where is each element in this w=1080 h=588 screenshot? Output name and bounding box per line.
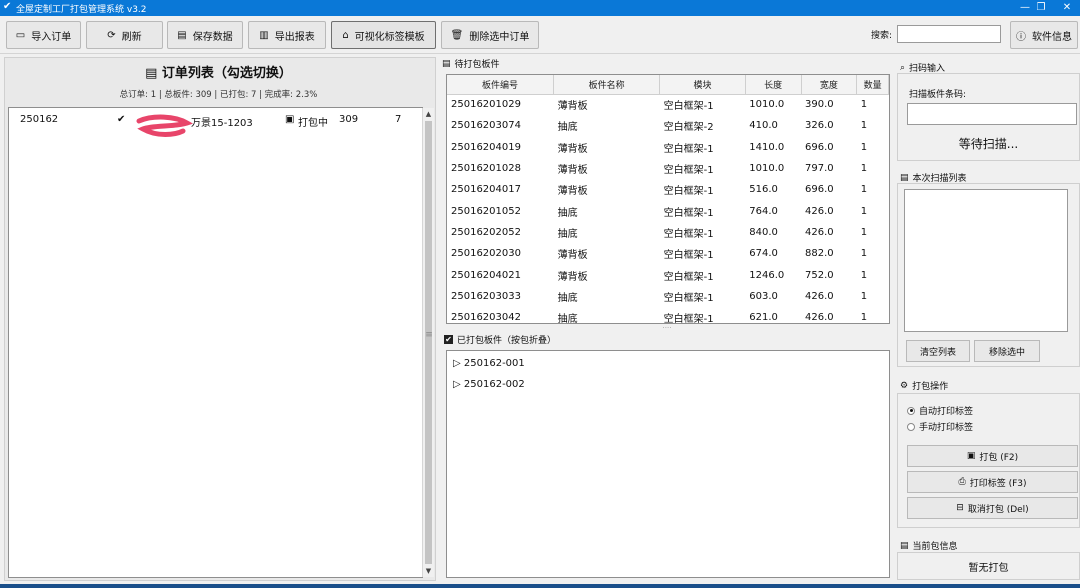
- cancel-pack-button[interactable]: ⊟ 取消打包 (Del): [907, 497, 1078, 519]
- window-title: 全屋定制工厂打包管理系统 v3.2: [16, 5, 147, 15]
- close-icon[interactable]: ✕: [1050, 0, 1080, 16]
- redaction-scribble: [136, 114, 193, 137]
- status-icon: ▣: [285, 114, 295, 125]
- import-orders-button[interactable]: ▭ 导入订单: [6, 21, 81, 49]
- table-row[interactable]: 25016201052 抽底 空白框架-1 764.0 426.0 1: [447, 200, 889, 221]
- splitter-handle[interactable]: ≡: [424, 330, 434, 350]
- chart-icon: ▥: [259, 29, 269, 41]
- table-row[interactable]: 25016202030 薄背板 空白框架-1 674.0 882.0 1: [447, 243, 889, 264]
- delete-order-button[interactable]: 🗑 删除选中订单: [441, 21, 539, 49]
- package-icon: ▣: [966, 451, 976, 461]
- refresh-button[interactable]: ⟳ 刷新: [86, 21, 163, 49]
- col-header[interactable]: 板件编号: [447, 75, 555, 95]
- scan-field-label: 扫描板件条码:: [909, 90, 967, 100]
- table-row[interactable]: 25016201028 薄背板 空白框架-1 1010.0 797.0 1: [447, 158, 889, 179]
- table-row[interactable]: 25016203074 抽底 空白框架-2 410.0 326.0 1: [447, 115, 889, 136]
- col-header[interactable]: 数量: [856, 75, 889, 95]
- expand-triangle-icon[interactable]: ▷: [453, 358, 461, 369]
- search-label: 搜索:: [871, 31, 893, 41]
- order-name: 万景15-1203: [191, 118, 253, 129]
- manual-print-radio[interactable]: 手动打印标签: [907, 420, 973, 433]
- col-header[interactable]: 长度: [745, 75, 802, 95]
- order-packed: 7: [395, 114, 402, 125]
- pending-grid: 板件编号 板件名称 模块 长度 宽度 数量 25016201029 薄背板 空白框架…: [447, 75, 889, 323]
- packed-tree[interactable]: ▷ 250162-001 ▷ 250162-002: [446, 350, 890, 578]
- search-input[interactable]: [897, 25, 1001, 43]
- tag-icon: ⌂: [342, 29, 349, 41]
- label-template-button[interactable]: ⌂ 可视化标签模板: [331, 21, 436, 49]
- app-icon: ✔: [3, 1, 12, 12]
- remove-selected-button[interactable]: 移除选中: [974, 340, 1040, 362]
- radio-dot[interactable]: [907, 422, 915, 431]
- list-icon: ▤: [900, 172, 909, 183]
- orders-stats: 总订单: 1 | 总板件: 309 | 已打包: 7 | 完成率: 2.3%: [119, 90, 318, 100]
- save-data-button[interactable]: ▤ 保存数据: [167, 21, 243, 49]
- gear-icon: ⚙: [900, 380, 909, 391]
- order-total: 309: [339, 114, 359, 125]
- order-id: 250162: [20, 114, 59, 125]
- pending-table[interactable]: 板件编号 板件名称 模块 长度 宽度 数量 25016201029 薄背板 空白框架…: [446, 74, 890, 324]
- table-row[interactable]: 25016201029 薄背板 空白框架-1 1010.0 390.0 1: [447, 94, 889, 115]
- cancel-icon: ⊟: [956, 503, 964, 513]
- col-header[interactable]: 宽度: [801, 75, 858, 95]
- scroll-up-icon[interactable]: ▲: [423, 108, 434, 120]
- pack-button[interactable]: ▣ 打包 (F2): [907, 445, 1078, 467]
- table-row[interactable]: 25016204021 薄背板 空白框架-1 1246.0 752.0 1: [447, 264, 889, 285]
- board-icon: ▤: [442, 58, 451, 69]
- tree-item[interactable]: ▷ 250162-001: [453, 358, 525, 369]
- table-row[interactable]: 25016203042 抽底 空白框架-1 621.0 426.0 1: [447, 307, 889, 323]
- title-bar: ✔ 全屋定制工厂打包管理系统 v3.2 — ❐ ✕: [0, 0, 1080, 16]
- scan-list[interactable]: [904, 189, 1068, 332]
- clipboard-icon: ▤: [145, 66, 158, 81]
- table-row[interactable]: 25016203033 抽底 空白框架-1 603.0 426.0 1: [447, 286, 889, 307]
- radio-dot[interactable]: [907, 406, 915, 415]
- col-header[interactable]: 模块: [659, 75, 746, 95]
- col-header[interactable]: 板件名称: [553, 75, 661, 95]
- tree-item[interactable]: ▷ 250162-002: [453, 379, 525, 390]
- orders-title: ▤ 订单列表（勾选切换）: [145, 66, 292, 81]
- pending-section-label: ▤ 待打包板件: [442, 58, 500, 71]
- save-icon: ▤: [177, 29, 187, 41]
- software-info-button[interactable]: ⓘ 软件信息: [1010, 21, 1078, 49]
- scroll-down-icon[interactable]: ▼: [423, 565, 434, 577]
- scan-status: 等待扫描...: [958, 137, 1019, 151]
- current-group-label: ▤ 当前包信息: [900, 540, 958, 553]
- table-row[interactable]: 25016202052 抽底 空白框架-1 840.0 426.0 1: [447, 222, 889, 243]
- barcode-input[interactable]: [907, 103, 1077, 125]
- trash-icon: 🗑: [450, 29, 464, 41]
- table-row[interactable]: 25016204019 薄背板 空白框架-1 1410.0 696.0 1: [447, 137, 889, 158]
- refresh-icon: ⟳: [107, 29, 116, 41]
- current-package-info: 暂无打包: [897, 552, 1080, 580]
- toolbar: ▭ 导入订单 ⟳ 刷新 ▤ 保存数据 ▥ 导出报表 ⌂ 可视化标签模板 🗑 删除…: [0, 16, 1080, 54]
- order-list[interactable]: 250162 ✔ 万景15-1203 ▣ 打包中 309 7 ▲ ▼: [8, 107, 434, 578]
- clear-list-button[interactable]: 清空列表: [906, 340, 970, 362]
- printer-icon: ⎙: [958, 477, 966, 487]
- bottom-edge: [0, 584, 1080, 588]
- check-icon[interactable]: ✔: [117, 114, 125, 125]
- packed-checkbox[interactable]: ✔: [444, 335, 453, 344]
- order-status: 打包中: [298, 118, 328, 129]
- expand-triangle-icon[interactable]: ▷: [453, 379, 461, 390]
- packed-section-label: ✔ 已打包板件（按包折叠）: [444, 335, 557, 346]
- print-label-button[interactable]: ⎙ 打印标签 (F3): [907, 471, 1078, 493]
- table-row[interactable]: 25016204017 薄背板 空白框架-1 516.0 696.0 1: [447, 179, 889, 200]
- folder-icon: ▭: [15, 29, 26, 41]
- export-report-button[interactable]: ▥ 导出报表: [248, 21, 326, 49]
- box-icon: ▤: [900, 540, 909, 551]
- pane-splitter-grip[interactable]: ····: [659, 325, 675, 332]
- order-row[interactable]: 250162 ✔ 万景15-1203 ▣ 打包中 309 7: [9, 112, 424, 137]
- info-icon: ⓘ: [1016, 31, 1026, 43]
- pack-group-label: ⚙ 打包操作: [900, 380, 949, 393]
- search-icon: ⌕: [900, 62, 906, 73]
- auto-print-radio[interactable]: 自动打印标签: [907, 404, 973, 417]
